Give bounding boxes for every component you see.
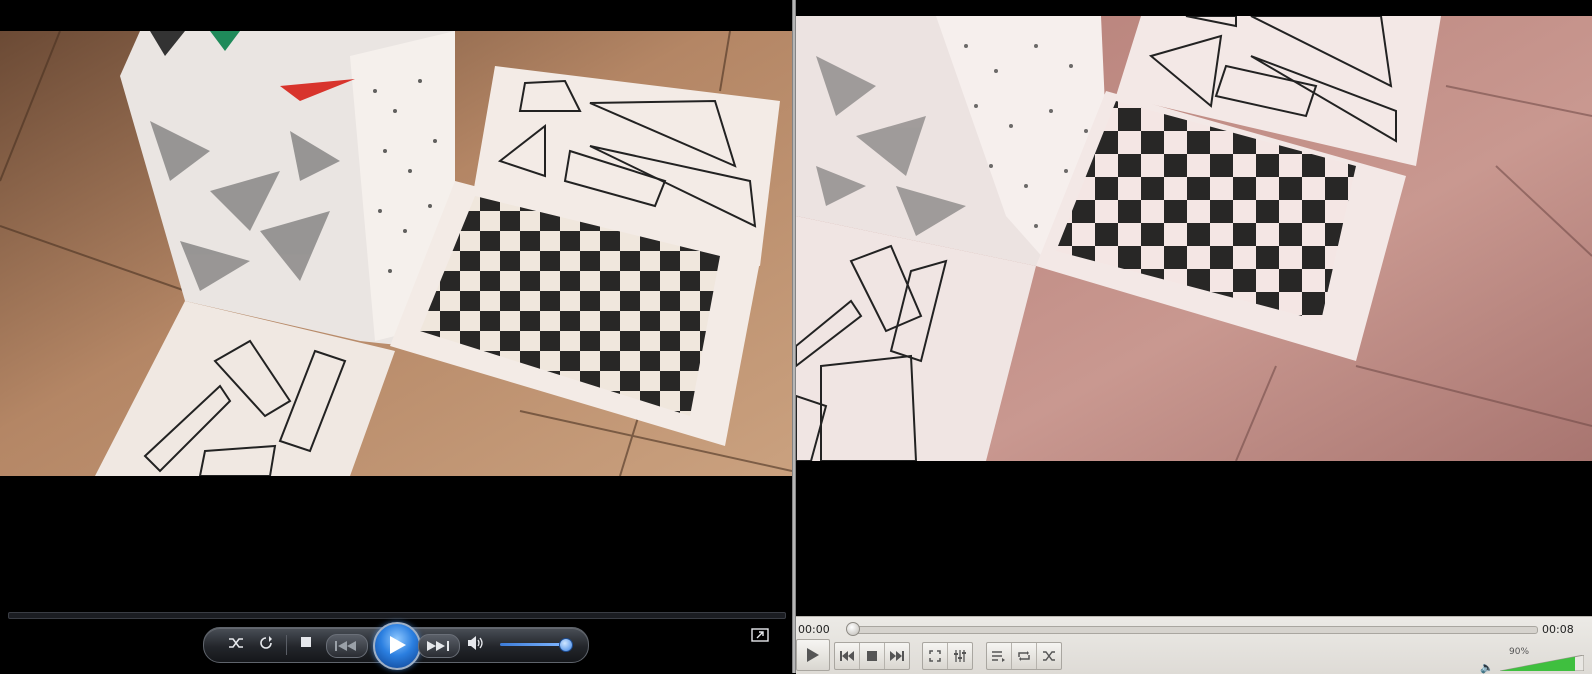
shuffle-icon[interactable] [226, 636, 246, 654]
transport-group [834, 642, 910, 670]
left-video-image [0, 31, 792, 476]
next-button[interactable] [418, 634, 460, 658]
stop-button[interactable] [296, 636, 316, 654]
switch-to-library-icon [751, 628, 769, 642]
volume-slider[interactable] [500, 643, 564, 646]
previous-icon [335, 641, 356, 651]
right-video-image [796, 16, 1592, 461]
right-video-frame[interactable] [796, 16, 1592, 461]
control-divider [286, 635, 287, 655]
time-total: 00:08 [1542, 623, 1574, 636]
playlist-group [986, 642, 1062, 670]
equalizer-icon [954, 650, 966, 662]
vlc-control-panel: 00:00 00:08 🔈 90% [796, 616, 1592, 674]
volume-knob[interactable] [559, 638, 573, 652]
seek-bar[interactable] [850, 626, 1538, 634]
previous-button[interactable] [326, 634, 368, 658]
mute-button[interactable] [466, 636, 486, 654]
speaker-icon[interactable]: 🔈 [1480, 661, 1494, 674]
play-icon [807, 648, 819, 662]
loop-button[interactable] [1012, 643, 1037, 669]
view-group [922, 642, 973, 670]
repeat-icon[interactable] [256, 636, 276, 654]
extended-settings-button[interactable] [948, 643, 972, 669]
stop-icon [867, 651, 877, 661]
stop-button[interactable] [860, 643, 885, 669]
left-media-player [0, 0, 792, 673]
left-video-frame[interactable] [0, 31, 792, 476]
time-elapsed: 00:00 [798, 623, 830, 636]
volume-slider[interactable] [1500, 655, 1584, 671]
playlist-button[interactable] [987, 643, 1012, 669]
switch-to-library-button[interactable] [751, 627, 771, 645]
play-icon [390, 636, 406, 654]
speaker-icon [468, 636, 483, 650]
right-media-player: 00:00 00:08 🔈 90% [796, 0, 1592, 674]
seek-bar[interactable] [8, 612, 786, 619]
fullscreen-button[interactable] [923, 643, 948, 669]
previous-button[interactable] [835, 643, 860, 669]
next-button[interactable] [885, 643, 909, 669]
stop-icon [301, 637, 311, 647]
seek-knob[interactable] [846, 622, 860, 636]
wmp-control-bar [203, 622, 589, 670]
play-button[interactable] [796, 639, 830, 671]
loop-icon [1018, 651, 1030, 661]
playlist-icon [992, 651, 1005, 662]
play-button[interactable] [373, 622, 421, 670]
next-icon [427, 641, 449, 651]
fullscreen-icon [929, 650, 941, 662]
next-icon [890, 651, 904, 661]
previous-icon [840, 651, 854, 661]
random-button[interactable] [1037, 643, 1061, 669]
shuffle-icon [1043, 651, 1055, 661]
